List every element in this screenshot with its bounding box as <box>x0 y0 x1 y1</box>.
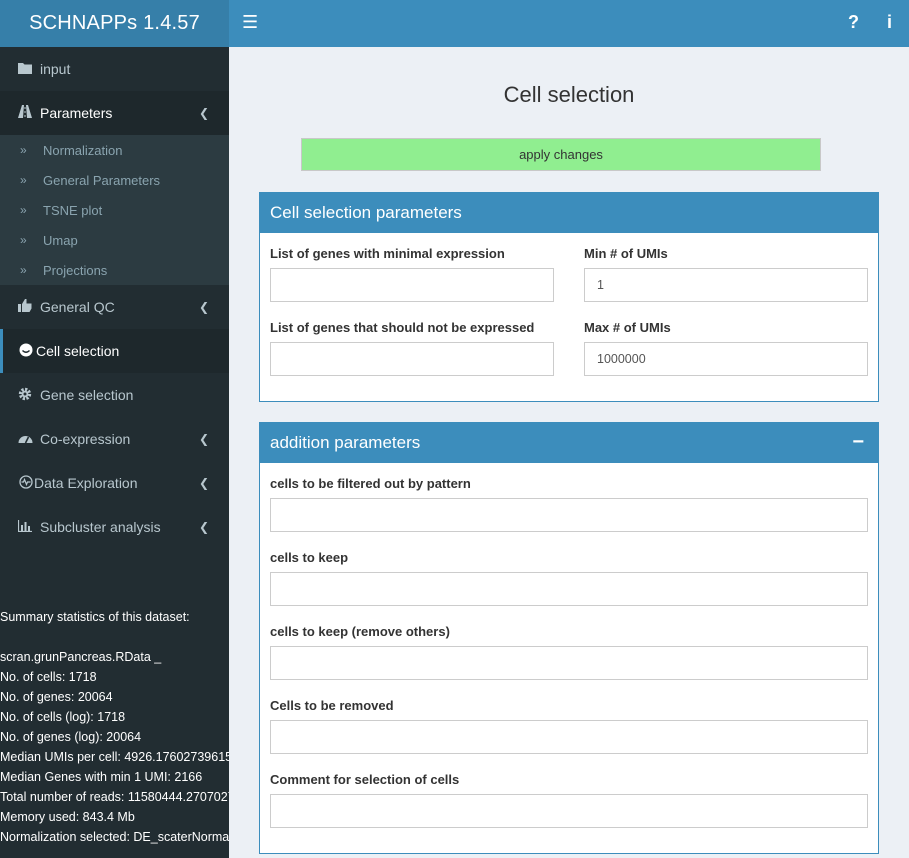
cells-to-remove-label: Cells to be removed <box>270 698 394 713</box>
sidebar-item-label: Gene selection <box>40 387 134 403</box>
summary-line: Memory used: 843.4 Mb <box>0 810 135 824</box>
box-title: addition parameters <box>270 433 421 452</box>
sidebar-subitem-label: Umap <box>43 232 78 248</box>
chevron-left-icon: ❮ <box>198 300 209 314</box>
min-expression-genes-label: List of genes with minimal expression <box>270 246 505 261</box>
summary-line: No. of cells: 1718 <box>0 670 97 684</box>
min-umis-input[interactable] <box>584 268 868 302</box>
sidebar-subitem-umap[interactable]: » Umap <box>0 225 229 255</box>
filter-pattern-input[interactable] <box>270 498 868 532</box>
double-angle-right-icon: » <box>20 233 27 247</box>
box-title: Cell selection parameters <box>270 203 462 222</box>
not-expressed-genes-input[interactable] <box>270 342 554 376</box>
box-header: addition parameters − <box>260 423 878 463</box>
folder-icon <box>17 62 33 77</box>
max-umis-label: Max # of UMIs <box>584 320 671 335</box>
chevron-left-icon: ❮ <box>198 476 209 490</box>
addition-parameters-box: addition parameters − cells to be filter… <box>259 422 879 854</box>
sidebar-item-parameters[interactable]: Parameters ❮ <box>0 91 229 135</box>
sidebar-subitem-general-parameters[interactable]: » General Parameters <box>0 165 229 195</box>
bar-chart-icon <box>17 519 33 535</box>
top-navbar: SCHNAPPs 1.4.57 ☰ ? i <box>0 0 909 47</box>
sidebar: input Parameters ❮ » Normalization » Gen… <box>0 47 229 858</box>
page-title: Cell selection <box>503 82 635 107</box>
sidebar-subitem-label: General Parameters <box>43 172 161 188</box>
min-expression-genes-input[interactable] <box>270 268 554 302</box>
road-icon <box>17 105 33 121</box>
sidebar-item-label: Co-expression <box>40 431 131 447</box>
collapse-icon[interactable]: − <box>852 431 864 454</box>
dashboard-icon <box>17 432 33 447</box>
sidebar-item-label: Data Exploration <box>34 475 138 491</box>
summary-line: No. of cells (log): 1718 <box>0 710 126 724</box>
main-content: Cell selection apply changes Cell select… <box>229 47 909 858</box>
thumbs-up-icon <box>17 299 33 315</box>
app-logo-title[interactable]: SCHNAPPs 1.4.57 <box>0 0 229 47</box>
sidebar-item-input[interactable]: input <box>0 47 229 91</box>
sidebar-item-gene-selection[interactable]: Gene selection <box>0 373 229 417</box>
summary-line: Median Genes with min 1 UMI: 2166 <box>0 770 203 784</box>
filter-pattern-label: cells to be filtered out by pattern <box>270 476 471 491</box>
summary-heading: Summary statistics of this dataset: <box>0 610 190 624</box>
sidebar-item-label: General QC <box>40 299 115 315</box>
circle-icon <box>18 343 34 360</box>
sidebar-item-label: Cell selection <box>36 343 120 359</box>
box-header: Cell selection parameters <box>260 193 878 233</box>
sidebar-subitem-tsne-plot[interactable]: » TSNE plot <box>0 195 229 225</box>
sidebar-item-general-qc[interactable]: General QC ❮ <box>0 285 229 329</box>
summary-line: No. of genes (log): 20064 <box>0 730 142 744</box>
sidebar-subitem-projections[interactable]: » Projections <box>0 255 229 285</box>
parameters-submenu: » Normalization » General Parameters » T… <box>0 135 229 285</box>
selection-comment-input[interactable] <box>270 794 868 828</box>
cells-to-remove-input[interactable] <box>270 720 868 754</box>
min-umis-label: Min # of UMIs <box>584 246 668 261</box>
summary-line: Normalization selected: DE_scaterNormali… <box>0 830 229 844</box>
sidebar-subitem-label: TSNE plot <box>43 202 103 218</box>
sidebar-subitem-label: Normalization <box>43 142 123 158</box>
summary-line: Median UMIs per cell: 4926.17602739615 <box>0 750 229 764</box>
sidebar-item-co-expression[interactable]: Co-expression ❮ <box>0 417 229 461</box>
cells-to-keep-remove-others-input[interactable] <box>270 646 868 680</box>
chevron-left-icon: ❮ <box>198 432 209 446</box>
summary-line: No. of genes: 20064 <box>0 690 113 704</box>
sidebar-toggle-icon[interactable]: ☰ <box>242 12 258 32</box>
double-angle-right-icon: » <box>20 203 27 217</box>
info-icon[interactable]: i <box>887 12 892 32</box>
double-angle-right-icon: » <box>20 263 27 277</box>
chevron-left-icon: ❮ <box>198 106 209 120</box>
double-angle-right-icon: » <box>20 173 27 187</box>
help-icon[interactable]: ? <box>848 12 859 32</box>
cells-to-keep-input[interactable] <box>270 572 868 606</box>
sidebar-subitem-label: Projections <box>43 262 108 278</box>
sidebar-item-cell-selection[interactable]: Cell selection <box>0 329 229 373</box>
sidebar-item-label: Parameters <box>40 105 113 121</box>
summary-line: Total number of reads: 11580444.2707027 <box>0 790 229 804</box>
gear-icon <box>17 387 33 404</box>
cells-to-keep-label: cells to keep <box>270 550 349 565</box>
heartbeat-icon <box>18 474 34 492</box>
apply-changes-button[interactable]: apply changes <box>301 138 821 171</box>
chevron-left-icon: ❮ <box>198 520 209 534</box>
cells-to-keep-remove-others-label: cells to keep (remove others) <box>270 624 450 639</box>
sidebar-subitem-normalization[interactable]: » Normalization <box>0 135 229 165</box>
sidebar-item-label: Subcluster analysis <box>40 519 161 535</box>
max-umis-input[interactable] <box>584 342 868 376</box>
cell-selection-parameters-box: Cell selection parameters List of genes … <box>259 192 879 402</box>
sidebar-item-label: input <box>40 61 71 77</box>
summary-line: scran.grunPancreas.RData _ <box>0 650 162 664</box>
double-angle-right-icon: » <box>20 143 27 157</box>
sidebar-item-subcluster-analysis[interactable]: Subcluster analysis ❮ <box>0 505 229 549</box>
not-expressed-genes-label: List of genes that should not be express… <box>270 320 535 335</box>
sidebar-item-data-exploration[interactable]: Data Exploration ❮ <box>0 461 229 505</box>
selection-comment-label: Comment for selection of cells <box>270 772 460 787</box>
